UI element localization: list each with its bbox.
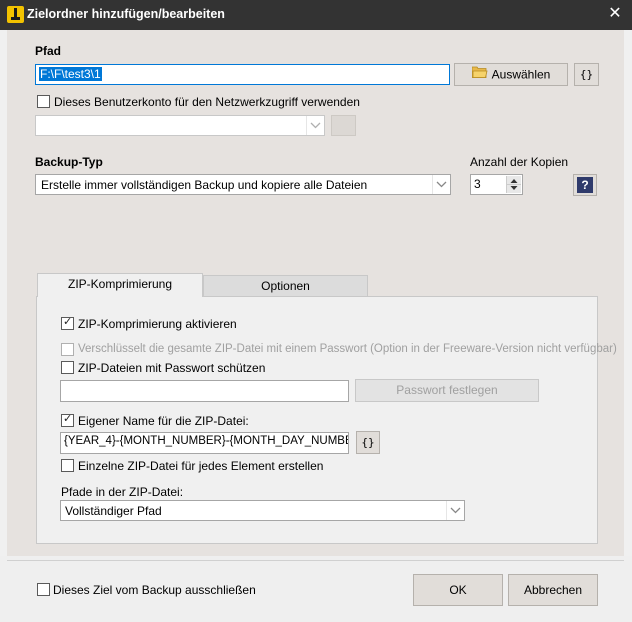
curly-braces-icon: {}: [361, 436, 375, 449]
copies-spinner[interactable]: 3: [470, 174, 523, 195]
zip-paths-label: Pfade in der ZIP-Datei:: [61, 485, 184, 499]
backup-type-selected: Erstelle immer vollständigen Backup und …: [41, 178, 368, 192]
zip-custom-name-input[interactable]: {YEAR_4}-{MONTH_NUMBER}-{MONTH_DAY_NUMBE…: [60, 432, 349, 454]
zip-name-variables-button[interactable]: {}: [356, 431, 380, 454]
zip-password-checkbox[interactable]: [61, 361, 74, 374]
copies-value: 3: [474, 177, 481, 191]
ok-button[interactable]: OK: [413, 574, 503, 606]
tab-options[interactable]: Optionen: [203, 275, 368, 297]
close-icon: ✕: [608, 5, 622, 22]
zip-encrypt-label: Verschlüsselt die gesamte ZIP-Datei mit …: [78, 343, 617, 355]
exclude-checkbox[interactable]: [37, 583, 50, 596]
network-account-select[interactable]: [35, 115, 325, 136]
check-icon: ✓: [63, 413, 73, 425]
zip-password-label: ZIP-Dateien mit Passwort schützen: [78, 361, 266, 375]
chevron-down-icon: [306, 116, 324, 135]
backup-type-select[interactable]: Erstelle immer vollständigen Backup und …: [35, 174, 451, 195]
zip-enable-label: ZIP-Komprimierung aktivieren: [78, 317, 237, 331]
single-zip-label: Einzelne ZIP-Datei für jedes Element ers…: [78, 459, 324, 473]
zip-custom-name-value: {YEAR_4}-{MONTH_NUMBER}-{MONTH_DAY_NUMBE…: [64, 435, 348, 447]
browse-button[interactable]: Auswählen: [454, 63, 568, 86]
tab-label: Optionen: [261, 279, 310, 293]
help-button[interactable]: ?: [573, 174, 597, 196]
window-title: Zielordner hinzufügen/bearbeiten: [27, 7, 225, 21]
path-variables-button[interactable]: {}: [574, 63, 599, 86]
zip-custom-name-label: Eigener Name für die ZIP-Datei:: [78, 414, 249, 428]
folder-icon: [471, 64, 488, 85]
browse-button-label: Auswählen: [491, 67, 551, 82]
set-password-label: Passwort festlegen: [396, 383, 498, 397]
zip-custom-name-checkbox[interactable]: ✓: [61, 413, 74, 427]
chevron-down-icon: [446, 501, 464, 520]
zip-paths-selected: Vollständiger Pfad: [65, 504, 162, 518]
title-bar: Zielordner hinzufügen/bearbeiten ✕: [0, 0, 632, 30]
zip-encrypt-checkbox: [61, 343, 74, 356]
path-label: Pfad: [35, 44, 62, 58]
curly-braces-icon: {}: [579, 68, 594, 81]
path-input[interactable]: F:\F\test3\1: [35, 64, 450, 85]
tab-zip-compression[interactable]: ZIP-Komprimierung: [37, 273, 203, 297]
footer-divider: [7, 560, 624, 561]
zip-password-input[interactable]: [60, 380, 349, 402]
spinner-arrows[interactable]: [506, 176, 521, 193]
cancel-button[interactable]: Abbrechen: [508, 574, 598, 606]
network-account-checkbox[interactable]: [37, 95, 50, 108]
network-account-label: Dieses Benutzerkonto für den Netzwerkzug…: [54, 95, 360, 109]
copies-label: Anzahl der Kopien: [470, 155, 569, 169]
network-account-edit-button[interactable]: [331, 115, 356, 136]
check-icon: ✓: [63, 316, 73, 328]
tab-label: ZIP-Komprimierung: [67, 277, 173, 291]
ok-button-label: OK: [449, 583, 467, 597]
help-icon: ?: [577, 177, 593, 193]
path-value: F:\F\test3\1: [39, 67, 102, 81]
zip-enable-checkbox[interactable]: ✓: [61, 316, 74, 330]
single-zip-checkbox[interactable]: [61, 459, 74, 472]
close-button[interactable]: ✕: [598, 0, 632, 30]
backup-type-label: Backup-Typ: [35, 155, 103, 169]
exclude-label: Dieses Ziel vom Backup ausschließen: [53, 583, 256, 597]
set-password-button: Passwort festlegen: [355, 379, 539, 402]
zip-paths-select[interactable]: Vollständiger Pfad: [60, 500, 465, 521]
chevron-down-icon: [432, 175, 450, 194]
app-logo-icon: [7, 6, 24, 23]
cancel-button-label: Abbrechen: [523, 583, 583, 597]
